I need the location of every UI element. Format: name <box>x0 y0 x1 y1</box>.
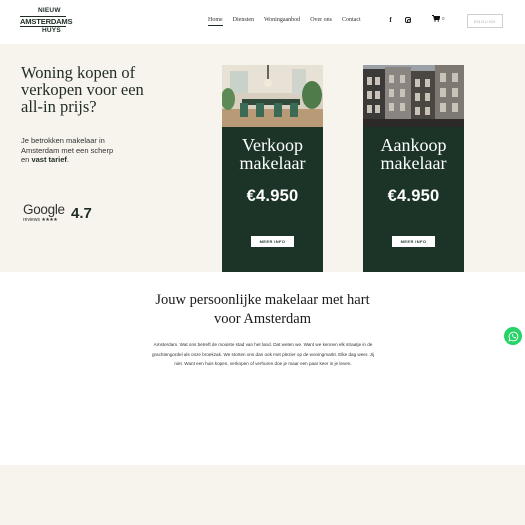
nav-contact[interactable]: Contact <box>342 17 361 26</box>
instagram-icon[interactable] <box>405 16 411 23</box>
card-aankoop-title-line1: Aankoop <box>380 135 447 155</box>
language-button[interactable]: ENGLISH <box>467 14 503 28</box>
card-aankoop-button[interactable]: MEER INFO <box>392 236 435 247</box>
hero-subtitle: Je betrokken makelaar in Amsterdam met e… <box>21 136 121 165</box>
rating-value: 4.7 <box>71 205 92 222</box>
nav-home[interactable]: Home <box>208 17 223 26</box>
card-verkoop-title-line2: makelaar <box>239 153 306 173</box>
facebook-icon[interactable]: f <box>386 15 395 24</box>
social-links: f <box>386 15 411 24</box>
site-logo[interactable]: NIEUW AMSTERDAMS HUYS <box>20 7 73 38</box>
google-reviews-badge: Google reviews ★★★★ <box>23 203 65 223</box>
whatsapp-icon <box>507 331 518 342</box>
intro-body: Amsterdam. Wat ons betreft de mooiste st… <box>151 342 375 367</box>
site-header: NIEUW AMSTERDAMS HUYS Home Diensten Woni… <box>0 0 525 44</box>
nav-woningaanbod[interactable]: Woningaanbod <box>264 17 300 26</box>
logo-line-3: HUYS <box>42 27 61 35</box>
card-aankoop-price: €4.950 <box>387 187 440 205</box>
card-aankoop-image <box>363 65 464 127</box>
card-verkoop-price: €4.950 <box>246 187 299 205</box>
card-verkoop-title-line1: Verkoop <box>242 135 303 155</box>
interior-photo <box>222 65 323 127</box>
cart-button[interactable]: 0 <box>432 15 445 22</box>
card-verkoop-button[interactable]: MEER INFO <box>251 236 294 247</box>
google-logo: Google <box>23 202 65 217</box>
hero-subtitle-end: . <box>66 155 69 164</box>
logo-line-2: AMSTERDAMS <box>20 15 73 28</box>
star-icons: ★★★★ <box>41 217 58 223</box>
logo-line-1: NIEUW <box>38 7 61 14</box>
card-verkoop-image <box>222 65 323 127</box>
nav-over-ons[interactable]: Over ons <box>310 17 332 26</box>
card-aankoop-title-line2: makelaar <box>380 153 447 173</box>
card-aankoop-title: Aankoop makelaar <box>363 136 464 172</box>
card-verkoop: Verkoop makelaar €4.950 MEER INFO <box>222 65 323 272</box>
canal-houses-photo <box>363 65 464 127</box>
intro-title-line2: voor Amsterdam <box>213 311 312 327</box>
card-verkoop-title: Verkoop makelaar <box>222 136 323 172</box>
cart-icon <box>432 15 440 22</box>
intro-title-line1: Jouw persoonlijke makelaar met hart <box>155 292 370 308</box>
reviews-text: reviews <box>23 217 40 223</box>
google-reviews-label: reviews ★★★★ <box>23 217 65 223</box>
card-aankoop: Aankoop makelaar €4.950 MEER INFO <box>363 65 464 272</box>
hero-subtitle-bold: vast tarief <box>31 155 67 164</box>
footer-section <box>0 465 525 525</box>
nav-diensten[interactable]: Diensten <box>233 17 254 26</box>
intro-title: Jouw persoonlijke makelaar met hart voor … <box>100 291 425 329</box>
hero-title: Woning kopen of verkopen voor een all-in… <box>21 63 144 116</box>
main-nav: Home Diensten Woningaanbod Over ons Cont… <box>208 17 371 26</box>
whatsapp-button[interactable] <box>504 327 522 345</box>
cart-count: 0 <box>442 16 445 21</box>
